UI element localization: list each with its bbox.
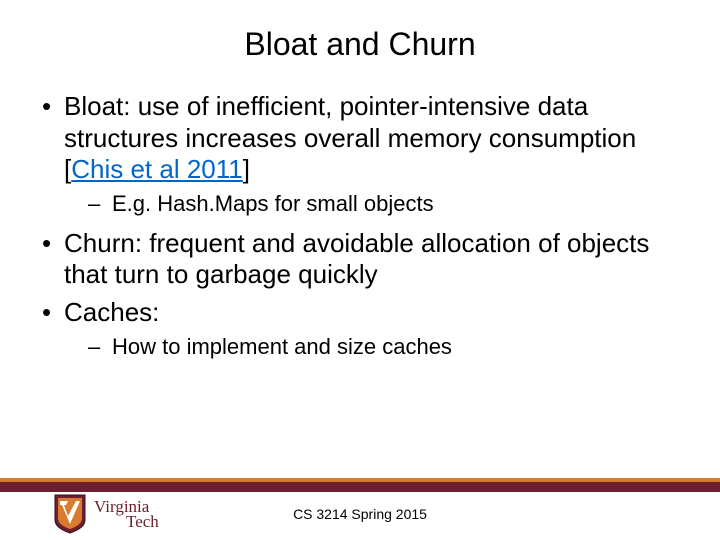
bullet-caches-sublist: How to implement and size caches <box>64 333 680 361</box>
sub-bullet-caches-impl: How to implement and size caches <box>64 333 680 361</box>
footer-text: CS 3214 Spring 2015 <box>0 506 720 522</box>
stripe-maroon <box>0 482 720 492</box>
bullet-list: Bloat: use of inefficient, pointer-inten… <box>40 91 680 360</box>
bullet-churn: Churn: frequent and avoidable allocation… <box>40 228 680 291</box>
sub-bullet-hashmaps: E.g. Hash.Maps for small objects <box>64 190 680 218</box>
citation-link[interactable]: Chis et al 2011 <box>71 154 243 184</box>
bullet-bloat: Bloat: use of inefficient, pointer-inten… <box>40 91 680 218</box>
bullet-bloat-sublist: E.g. Hash.Maps for small objects <box>64 190 680 218</box>
footer: Virginia Tech CS 3214 Spring 2015 <box>0 476 720 540</box>
bullet-caches-text: Caches: <box>64 297 159 327</box>
page-title: Bloat and Churn <box>30 26 690 63</box>
bullet-bloat-text-post: ] <box>243 154 250 184</box>
bullet-caches: Caches: How to implement and size caches <box>40 297 680 360</box>
content-area: Bloat: use of inefficient, pointer-inten… <box>30 91 690 360</box>
slide: Bloat and Churn Bloat: use of inefficien… <box>0 0 720 540</box>
